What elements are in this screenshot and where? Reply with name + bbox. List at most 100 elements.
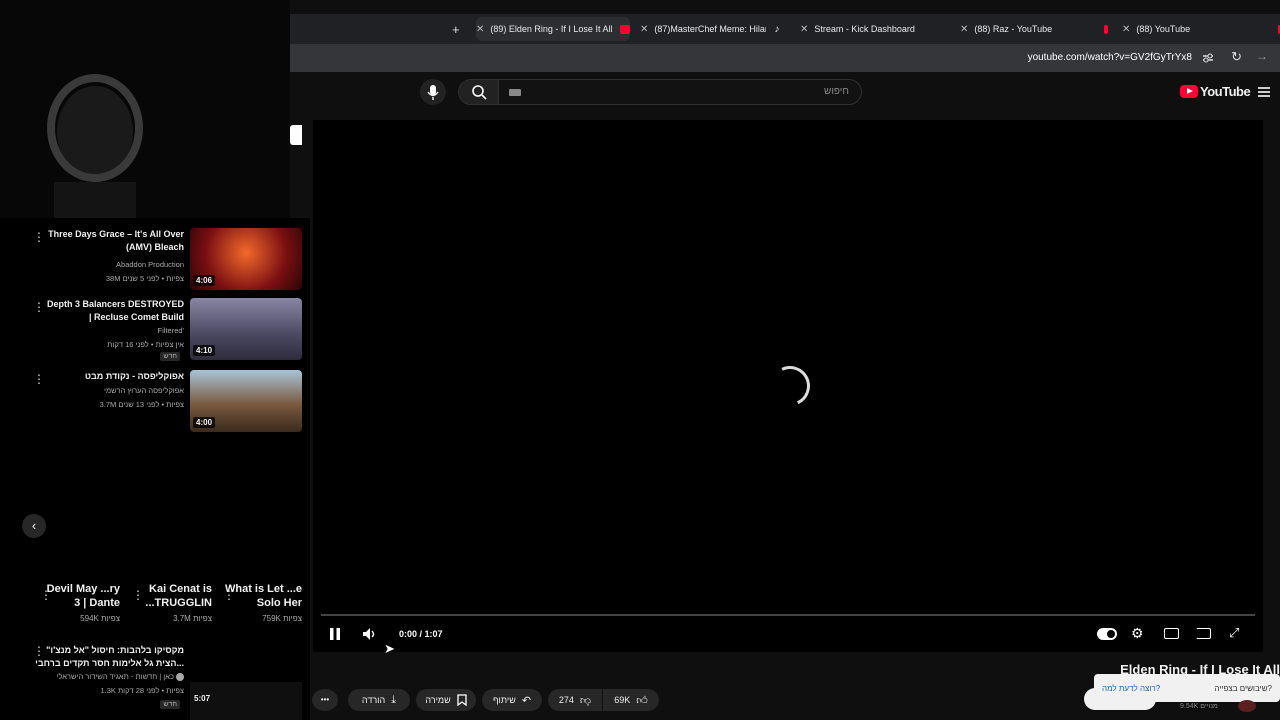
search-box: חיפוש (458, 79, 862, 105)
video-thumbnail[interactable]: 4:10 (190, 298, 302, 360)
settings-gear-icon[interactable]: ⚙ (1131, 625, 1144, 642)
channel-name[interactable]: Filtered' (158, 324, 184, 338)
channel-name[interactable]: אפוקליפסה הערוץ הרשמי (104, 384, 184, 398)
youtube-icon (1104, 24, 1108, 34)
side-panel-handle (290, 125, 302, 145)
tiktok-icon: ♪ (774, 23, 780, 35)
duration-badge: 4:00 (193, 417, 216, 428)
thumbs-up-icon: 👍︎ (636, 694, 648, 707)
tab-title: (88) Raz - YouTube (974, 24, 1053, 34)
more-options-icon[interactable]: ⋮ (33, 373, 45, 385)
more-options-icon[interactable]: ⋮ (40, 589, 52, 601)
pause-button[interactable] (329, 627, 341, 641)
toggle-knob (1107, 630, 1115, 638)
video-thumbnail[interactable]: 4:06 (190, 228, 302, 290)
list-item[interactable]: ⋮ אפוקליפסה - נקודת מבט אפוקליפסה הערוץ … (0, 370, 310, 434)
channel-avatar[interactable] (1238, 700, 1256, 712)
download-button[interactable]: הורדה ⤓ (348, 689, 410, 711)
autoplay-toggle[interactable] (1097, 628, 1117, 640)
tab-title: Stream - Kick Dashboard (814, 24, 915, 34)
tab-title: (89) Elden Ring - If I Lose It All (490, 24, 613, 34)
video-title[interactable]: מקסיקו בלהבות: חיסול "אל מנצ'ו" הצית גל … (34, 644, 184, 670)
duration-badge: 5:07 (194, 694, 211, 703)
video-title[interactable]: אפוקליפסה - נקודת מבט (44, 370, 184, 383)
short-views: 3.7M צפיות (173, 614, 212, 623)
tab-masterchef[interactable]: ✕ (87)MasterChef Meme: Hilariou ♪ (640, 17, 788, 41)
share-button[interactable]: שיתוף ↶ (482, 689, 542, 711)
youtube-logo-text[interactable]: YouTube (1200, 84, 1251, 99)
browser-tab-bar: + ✕ (89) Elden Ring - If I Lose It All ✕… (290, 14, 1280, 44)
short-item[interactable]: Devil May ...ry 3 | Dante 594K צפיות (40, 582, 120, 623)
tab-elden-ring[interactable]: ✕ (89) Elden Ring - If I Lose It All (476, 17, 630, 41)
volume-button[interactable] (361, 627, 377, 641)
survey-tooltip: רוצה לדעת למה? שיבושים בצפייה? (1094, 674, 1280, 702)
tab-title: (87)MasterChef Meme: Hilariou (654, 24, 766, 34)
save-label: שמירה (425, 695, 451, 705)
video-thumbnail[interactable]: 5:07 (190, 682, 302, 720)
short-item[interactable]: Kai Cenat is ...TRUGGLIN 3.7M צפיות (132, 582, 212, 623)
thumbs-down-icon: 👎︎ (579, 694, 592, 707)
short-views: 594K צפיות (80, 614, 120, 623)
progress-bar[interactable] (321, 614, 1255, 616)
download-icon: ⤓ (391, 693, 397, 706)
duration-badge: 4:10 (193, 345, 216, 356)
more-options-icon[interactable]: ⋮ (33, 231, 45, 243)
list-item[interactable]: ⋮ Depth 3 Balancers DESTROYED | Recluse … (0, 298, 310, 362)
video-stats: 1.3K צפיות • לפני 28 דקות (100, 686, 184, 695)
new-tab-button[interactable]: + (452, 17, 468, 41)
dislike-button[interactable]: 274 👎︎ (548, 689, 602, 711)
close-tab-icon[interactable]: ✕ (960, 24, 968, 35)
short-title[interactable]: Kai Cenat is ...TRUGGLIN (132, 582, 212, 610)
tab-kick[interactable]: ✕ Stream - Kick Dashboard (800, 17, 946, 41)
save-button[interactable]: שמירה (416, 689, 476, 711)
video-title[interactable]: Three Days Grace – It's All Over (AMV) B… (44, 228, 184, 254)
more-options-icon[interactable]: ⋮ (33, 301, 45, 313)
tab-youtube[interactable]: ✕ (88) YouTube (1122, 17, 1280, 41)
close-tab-icon[interactable]: ✕ (1122, 24, 1130, 35)
survey-link[interactable]: רוצה לדעת למה? (1102, 684, 1160, 693)
search-button[interactable] (459, 80, 499, 104)
survey-question: שיבושים בצפייה? (1214, 683, 1272, 693)
like-count: 69K (614, 695, 631, 705)
channel-name[interactable]: Abaddon Production (116, 258, 184, 272)
close-tab-icon[interactable]: ✕ (476, 24, 484, 35)
back-arrow-icon[interactable]: → (1256, 49, 1268, 63)
channel-name[interactable]: כאן | חדשות - תאגיד השידור הישראלי (57, 672, 174, 681)
like-button[interactable]: 69K 👍︎ (603, 689, 659, 711)
tab-title: (88) YouTube (1136, 24, 1191, 34)
list-item[interactable]: ⋮ Three Days Grace – It's All Over (AMV)… (0, 228, 310, 292)
new-badge: חדש (160, 700, 180, 709)
youtube-icon (620, 24, 630, 34)
time-display: 0:00 / 1:07 (399, 629, 443, 639)
video-title[interactable]: Depth 3 Balancers DESTROYED | Recluse Co… (44, 298, 184, 324)
tab-raz-youtube[interactable]: ✕ (88) Raz - YouTube (960, 17, 1108, 41)
search-icon (472, 85, 487, 100)
close-tab-icon[interactable]: ✕ (640, 24, 648, 35)
miniplayer-icon[interactable] (1164, 628, 1179, 639)
close-tab-icon[interactable]: ✕ (800, 24, 808, 35)
search-input[interactable]: חיפוש (824, 86, 849, 97)
video-thumbnail[interactable]: 4:00 (190, 370, 302, 432)
mouse-cursor-icon: ➤ (384, 641, 395, 656)
list-item[interactable]: ⋮ מקסיקו בלהבות: חיסול "אל מנצ'ו" הצית ג… (0, 642, 310, 720)
site-settings-icon[interactable] (1202, 52, 1214, 64)
menu-icon[interactable] (1257, 85, 1271, 99)
share-label: שיתוף (492, 695, 516, 705)
keyboard-icon[interactable] (509, 89, 521, 96)
short-title[interactable]: Devil May ...ry 3 | Dante (40, 582, 120, 610)
url-text[interactable]: youtube.com/watch?v=GV2fGyTrYx8 (1028, 52, 1192, 63)
download-label: הורדה (361, 695, 386, 705)
video-stats: 38M צפיות • לפני 5 שנים (105, 274, 184, 283)
more-options-icon[interactable]: ⋮ (223, 589, 235, 601)
reload-icon[interactable]: ↻ (1231, 49, 1242, 65)
fullscreen-icon[interactable]: ⤢ (1229, 625, 1239, 641)
youtube-logo-icon[interactable] (1180, 85, 1198, 98)
more-actions-button[interactable]: ••• (312, 689, 338, 711)
shorts-prev-button[interactable]: ‹ (22, 514, 46, 538)
recommendations-sidebar: ⋮ Three Days Grace – It's All Over (AMV)… (0, 218, 310, 720)
more-options-icon[interactable]: ⋮ (132, 589, 144, 601)
cast-icon[interactable] (1196, 628, 1211, 639)
voice-search-button[interactable] (420, 79, 446, 105)
channel-row[interactable]: כאן | חדשות - תאגיד השידור הישראלי (57, 670, 184, 684)
microphone-icon (427, 85, 439, 100)
